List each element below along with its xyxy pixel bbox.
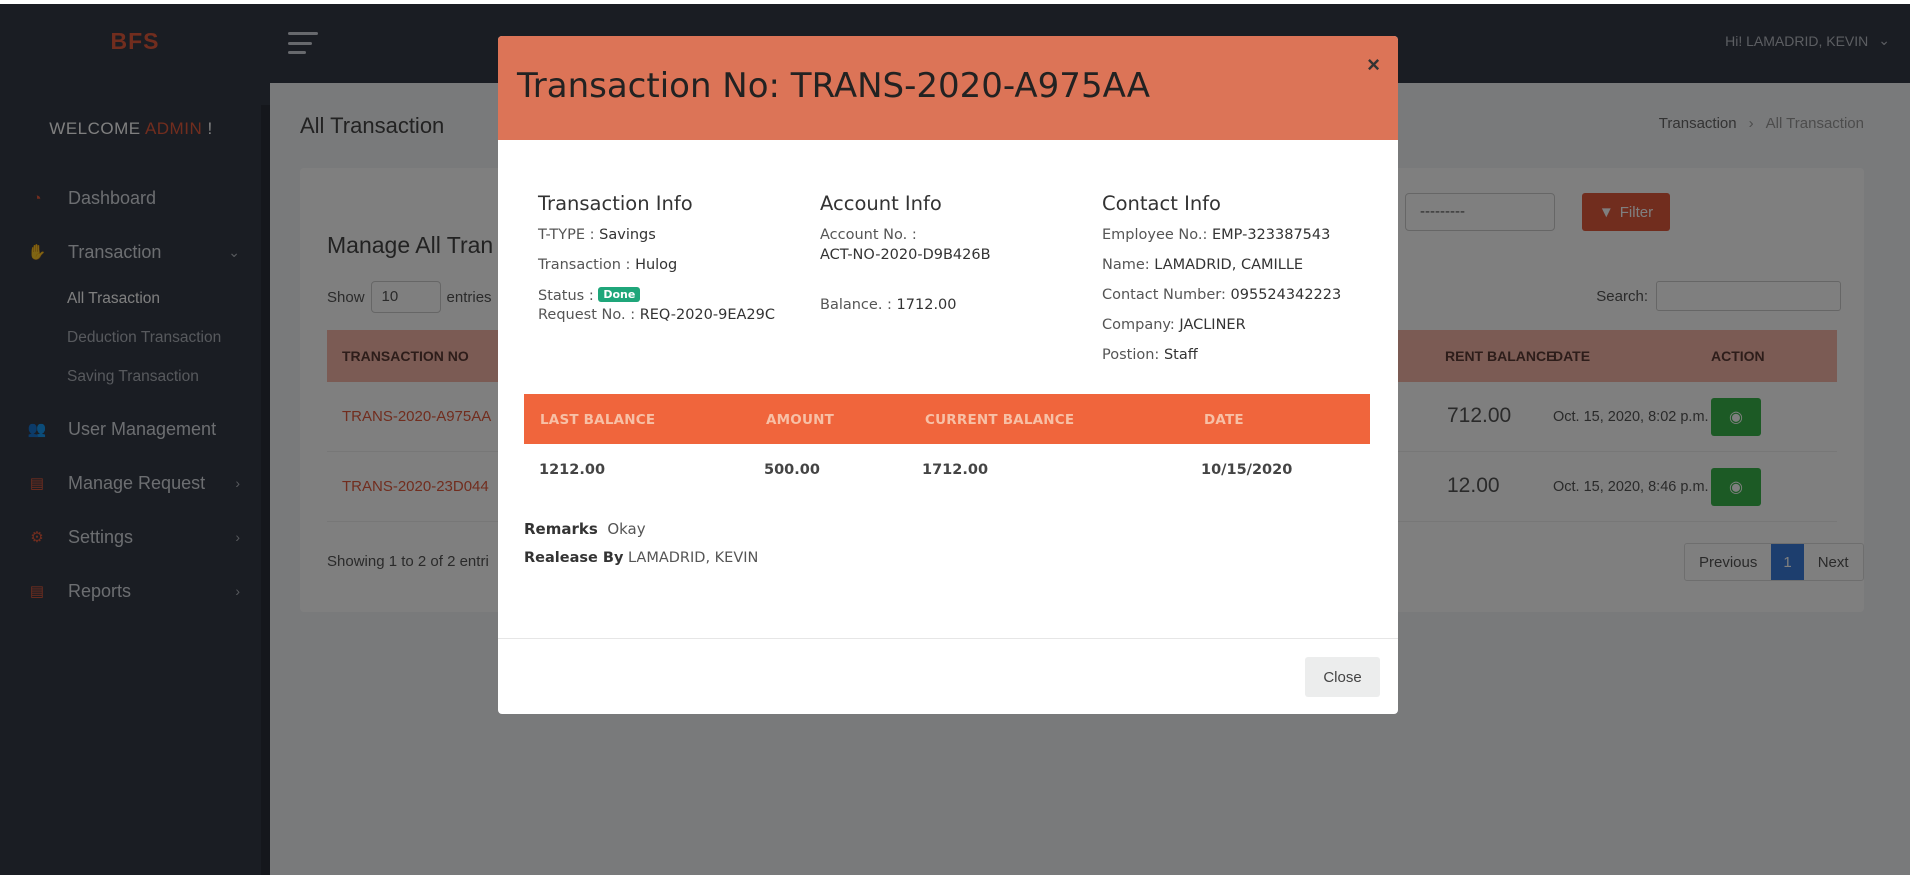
contact-value: 095524342223: [1230, 287, 1342, 303]
column-header: CURRENT BALANCE: [925, 412, 1075, 428]
account-value: ACT-NO-2020-D9B426B: [820, 247, 991, 263]
column-header: DATE: [1204, 412, 1244, 428]
section-heading: Contact Info: [1102, 192, 1221, 215]
last-balance-cell: 1212.00: [539, 462, 606, 478]
release-label: Realease By: [524, 550, 624, 566]
company-value: JACLINER: [1179, 317, 1246, 333]
transaction-detail-table: LAST BALANCE AMOUNT CURRENT BALANCE DATE…: [524, 394, 1370, 496]
ttype-value: Savings: [599, 227, 656, 243]
detail-table-header: LAST BALANCE AMOUNT CURRENT BALANCE DATE: [524, 394, 1370, 444]
column-header: AMOUNT: [766, 412, 835, 428]
employee-value: EMP-323387543: [1212, 227, 1331, 243]
modal-footer-divider: [498, 638, 1398, 639]
current-balance-cell: 1712.00: [922, 462, 989, 478]
transaction-value: Hulog: [635, 257, 678, 273]
transaction-modal: Transaction No: TRANS-2020-A975AA × Tran…: [498, 36, 1398, 714]
section-heading: Transaction Info: [538, 192, 693, 215]
request-label: Request No. :: [538, 307, 636, 323]
section-heading: Account Info: [820, 192, 942, 215]
position-label: Postion:: [1102, 347, 1160, 363]
company-label: Company:: [1102, 317, 1175, 333]
employee-label: Employee No.:: [1102, 227, 1208, 243]
status-badge: Done: [598, 287, 641, 302]
status-label: Status :: [538, 288, 594, 304]
close-icon[interactable]: ×: [1367, 52, 1380, 78]
column-header: LAST BALANCE: [540, 412, 656, 428]
balance-value: 1712.00: [896, 297, 957, 313]
remarks-line: Remarks Okay: [524, 520, 646, 538]
table-row: 1212.00 500.00 1712.00 10/15/2020: [524, 444, 1370, 496]
release-value: LAMADRID, KEVIN: [628, 550, 759, 566]
position-value: Staff: [1163, 347, 1198, 363]
balance-label: Balance. :: [820, 297, 892, 313]
transaction-label: Transaction :: [538, 257, 631, 273]
release-line: Realease By LAMADRID, KEVIN: [524, 550, 758, 566]
name-value: LAMADRID, CAMILLE: [1154, 257, 1304, 273]
account-label: Account No. :: [820, 227, 917, 243]
remarks-value: Okay: [607, 520, 646, 538]
account-info-section: Account Info Account No. : ACT-NO-2020-D…: [820, 192, 1085, 327]
name-label: Name:: [1102, 257, 1150, 273]
remarks-label: Remarks: [524, 520, 598, 538]
date-cell: 10/15/2020: [1201, 462, 1293, 478]
modal-header: Transaction No: TRANS-2020-A975AA ×: [498, 36, 1398, 140]
contact-label: Contact Number:: [1102, 287, 1226, 303]
close-button[interactable]: Close: [1305, 657, 1380, 697]
contact-info-section: Contact Info Employee No.: EMP-323387543…: [1102, 192, 1392, 377]
request-value: REQ-2020-9EA29C: [639, 307, 775, 323]
modal-title: Transaction No: TRANS-2020-A975AA: [517, 66, 1151, 106]
browser-top-strip: [0, 0, 1910, 4]
transaction-info-section: Transaction Info T-TYPE : Savings Transa…: [538, 192, 803, 337]
ttype-label: T-TYPE :: [538, 227, 595, 243]
amount-cell: 500.00: [764, 462, 820, 478]
